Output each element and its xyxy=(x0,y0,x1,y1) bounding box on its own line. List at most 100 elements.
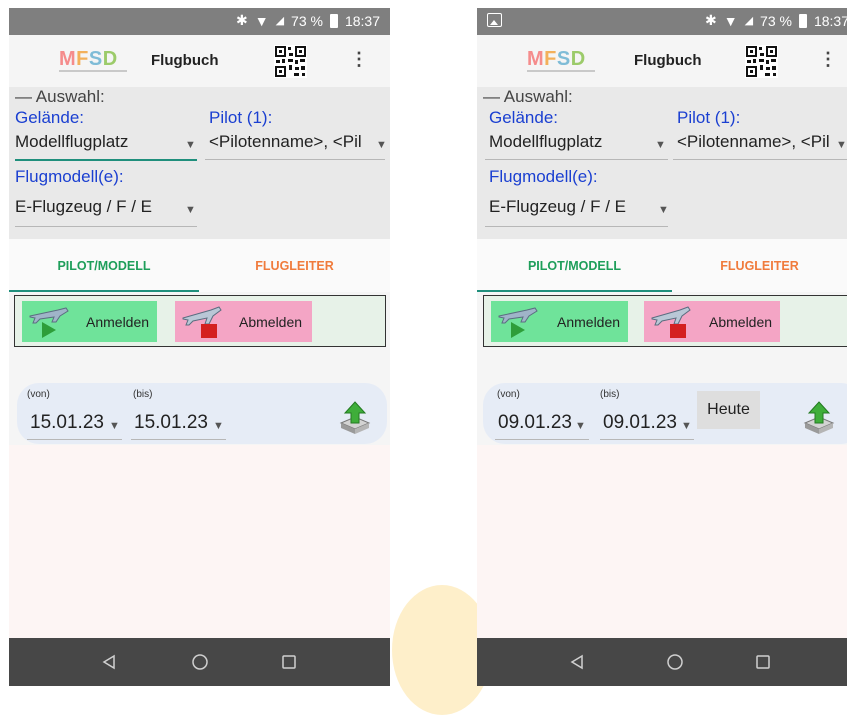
site-label: Gelände: xyxy=(15,108,84,127)
site-select-underline xyxy=(485,159,668,160)
from-label: (von) xyxy=(27,389,50,400)
date-filter-bar: (von) (bis) 09.01.23 ▼ 09.01.23 ▼ Heute xyxy=(483,383,847,444)
chevron-down-icon: ▼ xyxy=(836,139,847,151)
pilot-select-underline xyxy=(673,159,847,160)
today-button[interactable]: Heute xyxy=(697,391,760,429)
nav-recents-icon[interactable] xyxy=(269,638,309,686)
checkout-button[interactable]: Abmelden xyxy=(644,301,780,342)
to-date-underline xyxy=(600,439,694,440)
selection-header[interactable]: — Auswahl: xyxy=(15,87,105,107)
logo-underline xyxy=(59,70,127,72)
to-date-select[interactable]: 09.01.23 xyxy=(603,412,677,434)
site-select-underline xyxy=(15,159,197,161)
flight-log-list xyxy=(9,445,390,638)
clock: 18:37 xyxy=(813,12,847,29)
app-title: Flugbuch xyxy=(151,52,219,69)
nav-home-icon[interactable] xyxy=(655,638,695,686)
chevron-down-icon: ▼ xyxy=(681,420,692,432)
model-select[interactable]: E-Flugzeug / F / E xyxy=(489,197,649,217)
chevron-down-icon: ▼ xyxy=(658,204,669,216)
chevron-down-icon: ▼ xyxy=(575,420,586,432)
site-select[interactable]: Modellflugplatz xyxy=(15,132,180,152)
tab-flight-director[interactable]: FLUGLEITER xyxy=(672,239,847,292)
logo-underline xyxy=(527,70,595,72)
signal-icon: ◢ xyxy=(275,15,285,27)
chevron-down-icon: ▼ xyxy=(376,139,387,151)
selection-header[interactable]: — Auswahl: xyxy=(483,87,573,107)
status-bar: ✱ ▼ ◢ 73 % 18:37 xyxy=(9,8,390,35)
phone-screen-1: ✱ ▼ ◢ 73 % 18:37 MFSD Flugbuch ⋮ — Auswa… xyxy=(9,8,390,686)
checkin-label: Anmelden xyxy=(86,313,150,330)
battery-icon xyxy=(798,13,807,28)
from-label: (von) xyxy=(497,389,520,400)
checkout-label: Abmelden xyxy=(709,313,773,330)
date-filter-bar: (von) (bis) 15.01.23 ▼ 15.01.23 ▼ xyxy=(17,383,387,444)
checkout-button[interactable]: Abmelden xyxy=(175,301,312,342)
bluetooth-icon: ✱ xyxy=(235,12,248,28)
app-logo: MFSD xyxy=(59,48,118,70)
checkin-button[interactable]: Anmelden xyxy=(22,301,157,342)
signal-icon: ◢ xyxy=(744,15,754,27)
site-select[interactable]: Modellflugplatz xyxy=(489,132,654,152)
checkout-label: Abmelden xyxy=(239,313,303,330)
model-label: Flugmodell(e): xyxy=(489,167,598,186)
overflow-menu-icon[interactable]: ⋮ xyxy=(350,50,368,68)
checkin-button[interactable]: Anmelden xyxy=(491,301,628,342)
phone-screen-2: ✱ ▼ ◢ 73 % 18:37 MFSD Flugbuch ⋮ — Auswa… xyxy=(477,8,847,686)
qr-code-icon[interactable] xyxy=(274,45,307,78)
pilot-label: Pilot (1): xyxy=(677,108,741,127)
tab-pilot-model[interactable]: PILOT/MODELL xyxy=(9,239,199,292)
tab-pilot-model[interactable]: PILOT/MODELL xyxy=(477,239,672,292)
pilot-select[interactable]: <Pilotenname>, <Pil xyxy=(209,132,375,152)
from-date-underline xyxy=(27,439,122,440)
qr-code-icon[interactable] xyxy=(745,45,778,78)
app-bar: MFSD Flugbuch ⋮ xyxy=(9,35,390,87)
upload-icon[interactable] xyxy=(801,401,837,435)
nav-back-icon[interactable] xyxy=(557,638,597,686)
app-bar: MFSD Flugbuch ⋮ xyxy=(477,35,847,87)
overflow-menu-icon[interactable]: ⋮ xyxy=(819,50,837,68)
action-panel: Anmelden Abmelden xyxy=(483,295,847,347)
chevron-down-icon: ▼ xyxy=(213,420,224,432)
checkin-label: Anmelden xyxy=(557,313,621,330)
tab-bar: PILOT/MODELL FLUGLEITER xyxy=(477,239,847,292)
airplane-stop-icon xyxy=(182,306,222,338)
to-date-underline xyxy=(131,439,226,440)
to-date-select[interactable]: 15.01.23 xyxy=(134,412,208,434)
upload-icon[interactable] xyxy=(337,401,373,435)
app-title: Flugbuch xyxy=(634,52,702,69)
model-select-underline xyxy=(485,226,668,227)
battery-percent: 73 % xyxy=(291,12,323,29)
status-bar: ✱ ▼ ◢ 73 % 18:37 xyxy=(477,8,847,35)
tab-flight-director[interactable]: FLUGLEITER xyxy=(199,239,390,292)
to-label: (bis) xyxy=(133,389,153,400)
bluetooth-icon: ✱ xyxy=(704,12,717,28)
tab-bar: PILOT/MODELL FLUGLEITER xyxy=(9,239,390,292)
nav-back-icon[interactable] xyxy=(89,638,129,686)
site-label: Gelände: xyxy=(489,108,558,127)
airplane-play-icon xyxy=(498,307,538,338)
battery-percent: 73 % xyxy=(760,12,792,29)
wifi-icon: ▼ xyxy=(254,12,269,29)
model-label: Flugmodell(e): xyxy=(15,167,124,186)
nav-home-icon[interactable] xyxy=(180,638,220,686)
airplane-play-icon xyxy=(29,307,69,338)
model-select[interactable]: E-Flugzeug / F / E xyxy=(15,197,175,217)
selection-panel: — Auswahl: Gelände: Pilot (1): Modellflu… xyxy=(477,87,847,239)
from-date-select[interactable]: 15.01.23 xyxy=(30,412,104,434)
image-notification-icon xyxy=(487,13,502,27)
pilot-select[interactable]: <Pilotenname>, <Pil xyxy=(677,132,835,152)
chevron-down-icon: ▼ xyxy=(185,204,196,216)
pilot-select-underline xyxy=(205,159,385,160)
system-nav-bar xyxy=(9,638,390,686)
chevron-down-icon: ▼ xyxy=(655,139,666,151)
nav-recents-icon[interactable] xyxy=(743,638,783,686)
chevron-down-icon: ▼ xyxy=(109,420,120,432)
chevron-down-icon: ▼ xyxy=(185,139,196,151)
wifi-icon: ▼ xyxy=(723,12,738,29)
battery-icon xyxy=(329,13,338,28)
from-date-select[interactable]: 09.01.23 xyxy=(498,412,572,434)
flight-log-list xyxy=(477,445,847,638)
pilot-label: Pilot (1): xyxy=(209,108,273,127)
from-date-underline xyxy=(495,439,589,440)
